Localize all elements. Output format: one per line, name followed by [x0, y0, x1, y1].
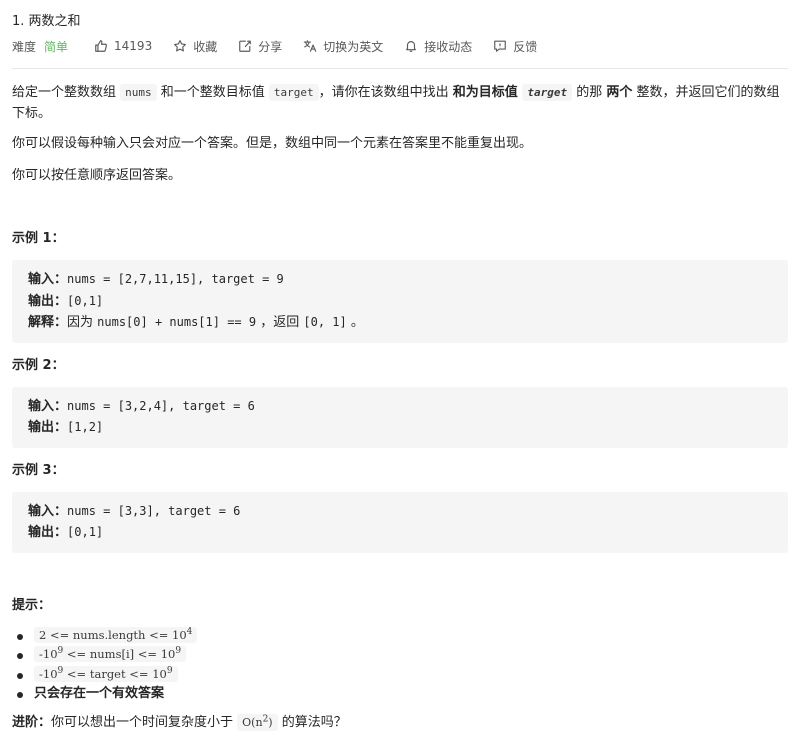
example-output-label: 输出： — [28, 525, 68, 540]
constraint-text: 2 <= nums.length <= 10 — [39, 627, 187, 642]
example-2-block: 输入：nums = [3,2,4], target = 6 输出：[1,2] — [12, 386, 788, 448]
desc-text: 和一个整数目标值 — [156, 85, 269, 100]
advanced-label: 进阶： — [12, 714, 52, 730]
example-explain-text: 。 — [346, 315, 364, 330]
example-input-label: 输入： — [28, 503, 68, 519]
feedback-label: 反馈 — [513, 39, 538, 54]
constraint-text: -10 — [39, 666, 58, 681]
feedback-button[interactable]: 反馈 — [493, 38, 537, 55]
share-button[interactable]: 分享 — [238, 38, 282, 55]
star-icon — [173, 39, 187, 53]
share-icon — [238, 39, 252, 53]
example-output-label: 输出： — [28, 293, 68, 309]
example-1-block: 输入：nums = [2,7,11,15], target = 9 输出：[0,… — [12, 260, 788, 343]
example-explain-code: nums[0] + nums[1] == 9 — [97, 315, 257, 329]
problem-meta-bar: 难度 简单 14193 收藏 分享 切换为英文 接收动态 反馈 — [12, 38, 558, 54]
subscribe-label: 接收动态 — [424, 39, 473, 54]
complexity-text: O(n — [242, 715, 263, 729]
difficulty-value: 简单 — [44, 39, 69, 54]
example-1-title: 示例 1： — [12, 231, 65, 246]
constraint-item: -109 <= target <= 109 — [17, 665, 788, 685]
constraint-code: 2 <= nums.length <= 104 — [34, 626, 198, 643]
share-label: 分享 — [258, 39, 283, 54]
constraint-text: <= target <= 10 — [63, 666, 167, 681]
description-paragraph-3: 你可以按任意顺序返回答案。 — [12, 168, 182, 183]
bold-text: 和为目标值 — [452, 85, 518, 100]
constraint-text: <= nums[i] <= 10 — [63, 647, 176, 661]
example-3-title: 示例 3： — [12, 462, 65, 478]
desc-text: ，请你在该数组中找出 — [318, 85, 453, 100]
favorite-label: 收藏 — [193, 39, 218, 54]
desc-bold-target-sum: 和为目标值 target — [452, 84, 573, 101]
example-3-block: 输入：nums = [3,3], target = 6 输出：[0,1] — [12, 491, 788, 553]
bell-icon — [404, 39, 418, 53]
constraint-text: -10 — [39, 647, 58, 661]
example-input-value: nums = [3,2,4], target = 6 — [67, 398, 255, 413]
translate-icon — [303, 39, 317, 53]
example-output-value: [1,2] — [67, 420, 104, 434]
example-output-value: [0,1] — [67, 293, 104, 308]
desc-bold-two: 两个 — [606, 85, 633, 100]
constraint-bold-text: 只会存在一个有效答案 — [34, 686, 165, 701]
example-output-value: [0,1] — [67, 525, 104, 539]
example-input-label: 输入： — [28, 272, 68, 287]
constraint-code: -109 <= target <= 109 — [34, 665, 178, 682]
constraint-item: -109 <= nums[i] <= 109 — [17, 645, 788, 665]
like-button[interactable]: 14193 — [94, 39, 152, 53]
example-output-label: 输出： — [28, 420, 68, 435]
desc-text: 的那 — [572, 85, 607, 100]
constraints-list: 2 <= nums.length <= 104 -10 9 <= nums[i] … — [17, 626, 788, 704]
feedback-icon — [493, 39, 507, 53]
difficulty-label: 难度 — [12, 39, 37, 54]
problem-title: 1. 两数之和 — [12, 14, 81, 29]
example-input-value: nums = [3,3], target = 6 — [67, 503, 241, 518]
switch-language-label: 切换为英文 — [323, 39, 384, 54]
advanced-paragraph: 进阶：你可以想出一个时间复杂度小于 O(n2) 的算法吗？ — [12, 712, 788, 733]
constraint-exponent: 4 — [186, 626, 193, 637]
desc-text: 给定一个整数数组 — [12, 85, 121, 100]
example-2-title: 示例 2： — [12, 357, 65, 373]
code-target-italic: target — [522, 84, 573, 101]
example-explain-code: [0, 1] — [303, 315, 347, 329]
example-explain-label: 解释： — [28, 315, 68, 330]
thumbs-up-icon — [94, 39, 108, 53]
subscribe-button[interactable]: 接收动态 — [404, 38, 472, 55]
code-target: target — [268, 84, 319, 101]
like-count: 14193 — [114, 39, 153, 53]
description-paragraph-2: 你可以假设每种输入只会对应一个答案。但是，数组中同一个元素在答案里不能重复出现。 — [12, 136, 533, 151]
complexity-code: O(n2) — [237, 713, 278, 731]
constraint-exponent: 9 — [175, 646, 182, 657]
constraint-code: -109 <= nums[i] <= 109 — [34, 646, 187, 662]
example-input-label: 输入： — [28, 398, 68, 414]
description-paragraph-1: 给定一个整数数组 nums 和一个整数目标值 target ，请你在该数组中找出 … — [12, 82, 788, 124]
constraint-item: 只会存在一个有效答案 — [17, 684, 788, 704]
header-divider — [12, 68, 788, 69]
problem-description: 给定一个整数数组 nums 和一个整数目标值 target ，请你在该数组中找出 … — [12, 82, 788, 733]
switch-language-button[interactable]: 切换为英文 — [303, 38, 383, 55]
complexity-text: ) — [268, 715, 273, 729]
code-nums: nums — [120, 84, 157, 101]
example-explain-text: 因为 — [67, 315, 98, 330]
advanced-text: 你可以想出一个时间复杂度小于 — [51, 714, 238, 730]
constraint-exponent: 9 — [166, 665, 173, 676]
example-explain-text: ，返回 — [256, 315, 304, 330]
constraint-item: 2 <= nums.length <= 104 — [17, 626, 788, 646]
example-input-value: nums = [2,7,11,15], target = 9 — [67, 272, 284, 286]
advanced-text: 的算法吗？ — [277, 714, 347, 730]
favorite-button[interactable]: 收藏 — [173, 38, 217, 55]
hints-title: 提示： — [12, 597, 52, 613]
